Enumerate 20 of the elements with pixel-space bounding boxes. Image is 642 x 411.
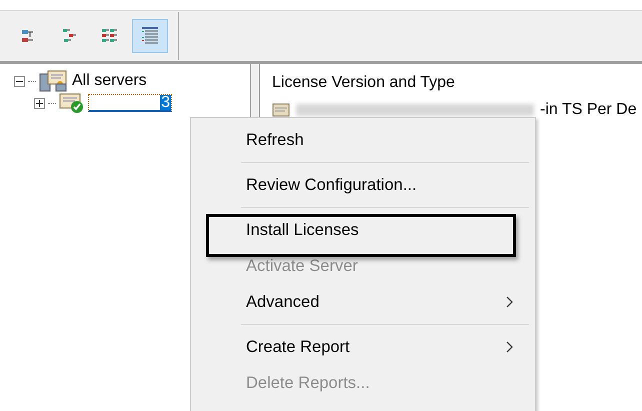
- tree-item[interactable]: All servers: [72, 72, 147, 90]
- expand-toggle[interactable]: [34, 98, 45, 108]
- server-icon: [39, 70, 69, 92]
- collapse-toggle[interactable]: [14, 76, 25, 86]
- menu-item[interactable]: Install Licenses: [191, 212, 535, 248]
- tree-connector: [48, 102, 56, 104]
- tree-connector: [28, 80, 36, 82]
- certificate-check-icon: [59, 92, 85, 114]
- grid-view-icon: [101, 27, 119, 45]
- column-header[interactable]: License Version and Type: [272, 74, 642, 100]
- plus-icon: [36, 100, 43, 106]
- list-cell: -in TS Per De: [540, 101, 637, 119]
- license-icon: [272, 103, 290, 117]
- menu-item: Activate Server: [245, 256, 359, 276]
- hierarchy-icon: [61, 27, 79, 45]
- menu-item[interactable]: Create Report: [191, 329, 535, 365]
- details-view-icon: [141, 27, 159, 45]
- tree-item-label[interactable]: 3: [160, 95, 171, 110]
- details-view-button[interactable]: [132, 19, 168, 53]
- menu-item: Delete Reports...: [245, 372, 371, 394]
